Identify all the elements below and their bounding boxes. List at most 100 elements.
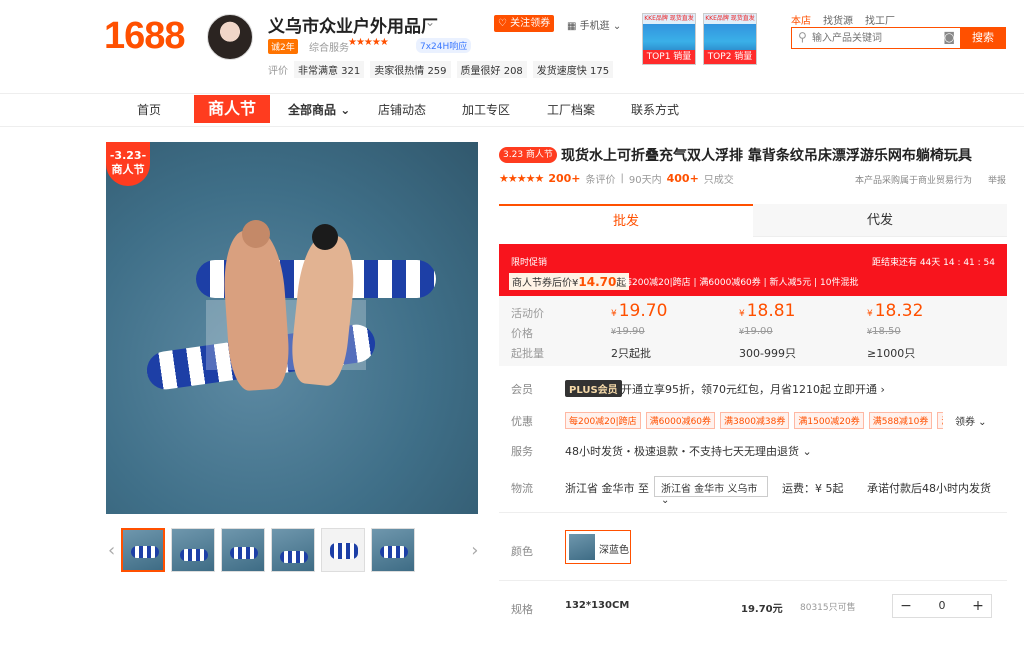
coupon-tag[interactable]: 满3 xyxy=(937,412,943,429)
coupon-tag[interactable]: 每200减20|跨店 xyxy=(565,412,641,429)
color-option-name: 深蓝色 xyxy=(599,545,629,556)
plus-member-badge: PLUS会员 xyxy=(565,380,622,397)
nav-processing[interactable]: 加工专区 xyxy=(462,101,510,118)
camera-icon[interactable]: ◙ xyxy=(943,30,955,44)
sold-period: 90天内 xyxy=(628,175,662,186)
divider xyxy=(499,580,1007,581)
search-icon: ⚲ xyxy=(798,30,807,44)
shop-name[interactable]: 义乌市众业户外用品厂 xyxy=(268,12,438,37)
quantity-stepper: − 0 + xyxy=(892,594,992,618)
chevron-left-icon[interactable]: ‹ xyxy=(108,540,115,561)
coupon-price-tag: 商人节券后价¥14.70起 xyxy=(509,273,630,290)
thumbnail[interactable] xyxy=(121,528,166,572)
nav-factory-profile[interactable]: 工厂档案 xyxy=(547,101,595,118)
nav-home[interactable]: 首页 xyxy=(137,101,161,118)
activity-price-value: 19.70 xyxy=(618,301,668,321)
get-coupons-button[interactable]: 领券 ⌄ xyxy=(955,413,987,428)
tab-wholesale[interactable]: 批发 xyxy=(499,204,753,237)
activity-price-value: 18.32 xyxy=(874,301,924,321)
promo-card[interactable]: KKE品牌 现货直发 TOP2 销量 xyxy=(703,13,757,65)
service-stars: ★★★★★ xyxy=(348,37,389,48)
price-table: 活动价 价格 起批量 ¥19.70 ¥18.81 ¥18.32 ¥19.90 ¥… xyxy=(499,296,1007,366)
nav-all-products[interactable]: 全部商品 ⌄ xyxy=(288,101,350,118)
increment-button[interactable]: + xyxy=(965,595,991,617)
activity-price: ¥18.32 xyxy=(867,301,923,321)
thumbnail[interactable] xyxy=(371,528,416,572)
product-title: 现货水上可折叠充气双人浮排 靠背条纹吊床漂浮游乐网布躺椅玩具 xyxy=(561,148,972,164)
open-membership-link[interactable]: 立即开通 › xyxy=(833,381,885,397)
color-option[interactable]: 深蓝色 xyxy=(565,530,631,564)
nav-contact[interactable]: 联系方式 xyxy=(631,101,679,118)
member-benefit: 开通立享95折，领70元红包，月省1210起 xyxy=(621,383,831,396)
service-details[interactable]: 48小时发货・极速退款・不支持七天无理由退货 ⌄ xyxy=(565,443,812,459)
follow-label: 关注领券 xyxy=(510,18,551,29)
mobile-link[interactable]: ▦ 手机逛 ⌄ xyxy=(567,17,621,32)
original-price-label: 价格 xyxy=(511,327,533,340)
decrement-button[interactable]: − xyxy=(893,595,919,617)
divider xyxy=(499,512,1007,513)
batch-quantity: 2只起批 xyxy=(611,347,651,360)
separator: | xyxy=(620,173,624,184)
service-label: 综合服务 xyxy=(309,43,349,54)
chevron-right-icon[interactable]: › xyxy=(471,540,478,561)
original-price: ¥18.50 xyxy=(867,326,901,337)
search-input[interactable] xyxy=(812,30,932,46)
search-tab[interactable]: 本店 xyxy=(791,12,811,27)
product-stats: ★★★★★ 200+ 条评价 | 90天内 400+ 只成交 xyxy=(499,171,734,186)
festival-badge: -3.23- 商人节 xyxy=(106,142,150,186)
activity-price: ¥18.81 xyxy=(739,301,795,321)
search-button[interactable]: 搜索 xyxy=(960,27,1006,49)
quantity-input[interactable]: 0 xyxy=(919,595,965,617)
spec-label: 规格 xyxy=(511,603,533,616)
activity-price-label: 活动价 xyxy=(511,307,544,320)
limited-label: 限时促销 xyxy=(511,258,548,268)
eval-tag: 发货速度快 175 xyxy=(532,61,614,78)
shop-avatar[interactable] xyxy=(207,14,253,60)
destination-select[interactable]: 浙江省 金华市 义乌市 ⌄ xyxy=(654,476,768,506)
coupon-tag[interactable]: 满3800减38券 xyxy=(720,412,790,429)
eval-tag: 非常满意 321 xyxy=(294,61,365,78)
chevron-down-icon[interactable]: ⌄ xyxy=(425,15,435,29)
review-count[interactable]: 200+ xyxy=(548,172,580,185)
festival-logo[interactable]: 商人节 xyxy=(194,95,270,123)
festival-badge-date: -3.23- xyxy=(109,149,147,162)
promo-rules: 每200减20|跨店 | 满6000减60券 | 新人减5元 | 10件混批 xyxy=(623,278,859,288)
thumbnail[interactable] xyxy=(321,528,366,572)
search-tab[interactable]: 找工厂 xyxy=(865,12,895,27)
promo-card-tag: TOP1 销量 xyxy=(643,50,695,64)
festival-tag: 3.23 商人节 xyxy=(499,147,557,163)
spec-stock: 80315只可售 xyxy=(800,603,856,613)
thumbnail[interactable] xyxy=(171,528,216,572)
color-swatch xyxy=(569,534,595,560)
activity-price: ¥19.70 xyxy=(611,301,667,321)
trade-notice: 本产品采购属于商业贸易行为 xyxy=(855,176,973,186)
tab-dropship[interactable]: 代发 xyxy=(753,204,1007,237)
main-product-image[interactable] xyxy=(106,142,478,514)
eval-tag: 质量很好 208 xyxy=(456,61,527,78)
divider xyxy=(0,126,1024,127)
eval-tag: 卖家很热情 259 xyxy=(370,61,451,78)
thumbnail[interactable] xyxy=(221,528,266,572)
nav-shop-news[interactable]: 店铺动态 xyxy=(378,101,426,118)
report-link[interactable]: 举报 xyxy=(988,173,1006,186)
divider xyxy=(0,93,1024,94)
member-label: 会员 xyxy=(511,383,533,396)
spec-price: 19.70元 xyxy=(741,604,783,615)
coupon-tag[interactable]: 满6000减60券 xyxy=(645,412,716,429)
search-tab[interactable]: 找货源 xyxy=(823,12,853,27)
site-logo[interactable]: 1688 xyxy=(104,16,186,56)
coupon-prefix: 商人节券后价¥ xyxy=(512,278,579,289)
festival-badge-text: 商人节 xyxy=(111,163,145,176)
batch-quantity: 300-999只 xyxy=(739,347,796,360)
promo-card[interactable]: KKE品牌 现货直发 TOP1 销量 xyxy=(642,13,696,65)
follow-coupon-button[interactable]: ♡ 关注领券 xyxy=(494,15,554,32)
promo-card-title: KKE品牌 现货直发 xyxy=(643,14,695,24)
thumbnail[interactable] xyxy=(271,528,316,572)
coupon-tag[interactable]: 满588减10券 xyxy=(868,412,933,429)
ship-from: 浙江省 金华市 xyxy=(565,482,635,495)
coupon-tag[interactable]: 满1500减20券 xyxy=(794,412,864,429)
countdown: 距结束还有 44天 14 : 41 : 54 xyxy=(871,258,995,268)
response-badge: 7x24H响应 xyxy=(416,38,472,53)
service-label: 服务 xyxy=(511,445,533,458)
nav-all-products-label: 全部商品 xyxy=(288,103,337,117)
